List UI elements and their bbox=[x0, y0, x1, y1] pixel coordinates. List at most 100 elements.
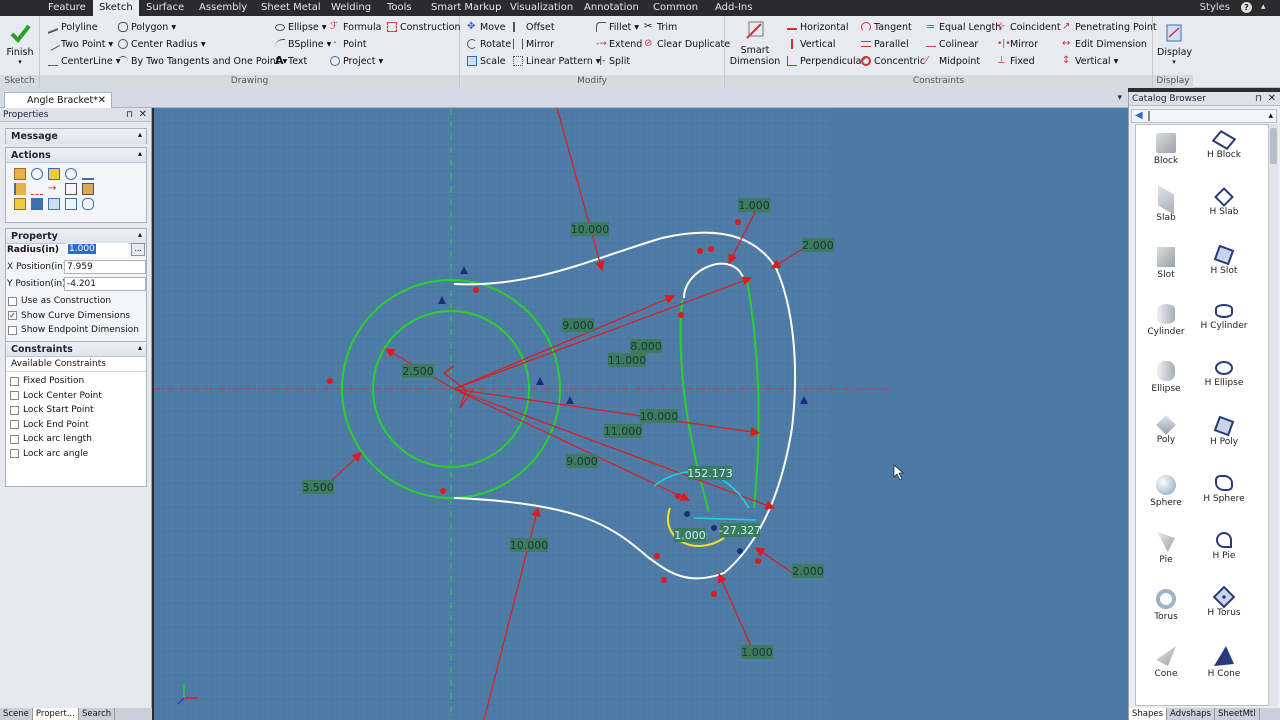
dim-label[interactable]: 10.000 bbox=[640, 409, 679, 423]
collapse-icon[interactable]: ▴ bbox=[138, 343, 142, 352]
car-icon[interactable] bbox=[31, 198, 43, 210]
dim-label[interactable]: 11.000 bbox=[608, 353, 647, 367]
two-point-button[interactable]: Two Point ▾ bbox=[46, 37, 113, 51]
display-button[interactable]: Display ▾ bbox=[1157, 22, 1192, 66]
catalog-item-h-block[interactable]: H Block bbox=[1194, 130, 1254, 160]
dim-label[interactable]: 11.000 bbox=[604, 424, 643, 438]
coincident-button[interactable]: ⊹ Coincident bbox=[997, 20, 1061, 34]
dim-label[interactable]: 9.000 bbox=[562, 318, 594, 332]
catalog-item-torus[interactable]: Torus bbox=[1136, 589, 1196, 622]
arrow-icon[interactable]: → bbox=[48, 183, 60, 195]
catalog-item-h-slab[interactable]: H Slab bbox=[1194, 187, 1254, 217]
dim-label[interactable]: 1.000 bbox=[741, 645, 773, 659]
text-button[interactable]: A Text bbox=[275, 54, 307, 68]
tab-list-icon[interactable]: ▾ bbox=[1117, 93, 1122, 103]
tab-visualization[interactable]: Visualization bbox=[510, 0, 573, 16]
pin-icon[interactable]: ⊓ bbox=[126, 108, 133, 122]
formula-button[interactable]: ℱ Formula bbox=[330, 20, 381, 34]
pin-icon[interactable]: ⊓ bbox=[1255, 92, 1262, 106]
search-tab[interactable]: Search bbox=[79, 708, 116, 720]
tab-annotation[interactable]: Annotation bbox=[584, 0, 639, 16]
y-position-field[interactable]: -4.201 bbox=[64, 277, 146, 291]
chevron-up-icon[interactable]: ▴ bbox=[1261, 2, 1272, 13]
close-icon[interactable]: ✕ bbox=[98, 93, 106, 108]
finish-button[interactable]: Finish ▾ bbox=[4, 22, 36, 66]
dim-label[interactable]: 10.000 bbox=[510, 538, 549, 552]
properties-tab[interactable]: Propert... bbox=[32, 708, 79, 720]
tab-sketch[interactable]: Sketch bbox=[93, 0, 139, 16]
show-endpoint-dimension-checkbox[interactable]: Show Endpoint Dimension bbox=[6, 323, 139, 338]
more-button[interactable]: ... bbox=[131, 243, 145, 256]
catalog-item-h-pie[interactable]: H Pie bbox=[1194, 532, 1254, 561]
catalog-item-cone[interactable]: Cone bbox=[1136, 646, 1196, 679]
collapse-icon[interactable]: ▴ bbox=[138, 149, 142, 158]
catalog-item-ellipse[interactable]: Ellipse bbox=[1136, 361, 1196, 394]
tab-add-ins[interactable]: Add-Ins bbox=[715, 0, 752, 16]
sheetmtl-tab[interactable]: SheetMtl bbox=[1215, 708, 1260, 720]
grid-icon[interactable] bbox=[48, 198, 60, 210]
lock-start-point-checkbox[interactable]: Lock Start Point bbox=[8, 403, 146, 418]
catalog-item-h-cone[interactable]: H Cone bbox=[1194, 646, 1254, 679]
move-button[interactable]: ✥ Move bbox=[467, 20, 505, 34]
dim-label[interactable]: 152.173 bbox=[687, 466, 733, 480]
tab-tools[interactable]: Tools bbox=[387, 0, 412, 16]
center-radius-button[interactable]: Center Radius ▾ bbox=[118, 37, 206, 51]
catalog-item-h-cylinder[interactable]: H Cylinder bbox=[1194, 304, 1254, 331]
midpoint-button[interactable]: ⁄ Midpoint bbox=[926, 54, 980, 68]
smart-dimension-button[interactable]: Smart Dimension bbox=[729, 20, 781, 67]
catalog-item-pie[interactable]: Pie bbox=[1136, 532, 1196, 565]
catalog-item-h-torus[interactable]: H Torus bbox=[1194, 585, 1254, 618]
penetrating-point-button[interactable]: ↗ Penetrating Point bbox=[1062, 20, 1157, 34]
horizontal-button[interactable]: Horizontal bbox=[787, 20, 849, 34]
catalog-item-slab[interactable]: Slab bbox=[1136, 185, 1196, 223]
scale-button[interactable]: Scale bbox=[467, 54, 506, 68]
tab-common[interactable]: Common bbox=[653, 0, 698, 16]
sketch-drawing[interactable]: 10.000 1.000 2.000 9.000 8.000 11.000 2.… bbox=[154, 108, 1128, 720]
project-button[interactable]: Project ▾ bbox=[330, 54, 383, 68]
layout-icon[interactable] bbox=[65, 198, 77, 210]
lock-center-point-checkbox[interactable]: Lock Center Point bbox=[8, 389, 146, 404]
construction-button[interactable]: Construction bbox=[387, 20, 461, 34]
vertical-dropdown[interactable]: ↕ Vertical ▾ bbox=[1062, 54, 1118, 68]
collapse-icon[interactable]: ▴ bbox=[138, 230, 142, 239]
catalog-item-h-slot[interactable]: H Slot bbox=[1194, 244, 1254, 276]
clip-icon[interactable] bbox=[82, 183, 94, 195]
up-arrow-icon[interactable]: ▴ bbox=[1268, 110, 1273, 122]
catalog-scrollbar[interactable] bbox=[1268, 124, 1278, 706]
styles-menu[interactable]: Styles bbox=[1200, 0, 1230, 16]
use-as-construction-checkbox[interactable]: Use as Construction bbox=[6, 294, 139, 309]
sketch-canvas[interactable]: 10.000 1.000 2.000 9.000 8.000 11.000 2.… bbox=[154, 108, 1128, 720]
dim-label[interactable]: 1.000 bbox=[738, 198, 770, 212]
rotate-icon[interactable] bbox=[65, 168, 77, 180]
advshaps-tab[interactable]: Advshaps bbox=[1167, 708, 1215, 720]
box-icon[interactable] bbox=[48, 168, 60, 180]
centerline-button[interactable]: CenterLine ▾ bbox=[48, 54, 121, 68]
dim-label[interactable]: -27.327 bbox=[719, 523, 761, 537]
point-button[interactable]: · Point bbox=[330, 37, 366, 51]
folder-icon[interactable] bbox=[14, 198, 26, 210]
tab-welding[interactable]: Welding bbox=[331, 0, 371, 16]
catalog-item-h-poly[interactable]: H Poly bbox=[1194, 415, 1254, 447]
hand-icon[interactable] bbox=[82, 168, 94, 180]
tab-feature[interactable]: Feature bbox=[48, 0, 86, 16]
colinear-button[interactable]: Colinear bbox=[926, 37, 978, 51]
document-tab[interactable]: Angle Bracket* ✕ bbox=[4, 92, 112, 108]
lock-end-point-checkbox[interactable]: Lock End Point bbox=[8, 418, 146, 433]
rotate-button[interactable]: Rotate bbox=[467, 37, 511, 51]
frame-icon[interactable] bbox=[65, 183, 77, 195]
dim-label[interactable]: 2.000 bbox=[802, 238, 834, 252]
lock-arc-length-checkbox[interactable]: Lock arc length bbox=[8, 432, 146, 447]
polygon-button[interactable]: Polygon ▾ bbox=[118, 20, 176, 34]
tangent-button[interactable]: Tangent bbox=[861, 20, 912, 34]
vertical-button[interactable]: Vertical bbox=[787, 37, 836, 51]
dim-label[interactable]: 1.000 bbox=[674, 528, 706, 542]
message-section[interactable]: Message ▴ bbox=[5, 128, 147, 144]
catalog-item-poly[interactable]: Poly bbox=[1136, 415, 1196, 445]
collapse-icon[interactable]: ▴ bbox=[138, 130, 142, 139]
dash-icon[interactable] bbox=[31, 183, 43, 195]
show-curve-dimensions-checkbox[interactable]: ✓ Show Curve Dimensions bbox=[6, 309, 139, 324]
offset-button[interactable]: Offset bbox=[513, 20, 555, 34]
bspline-button[interactable]: BSpline ▾ bbox=[275, 37, 331, 51]
help-icon[interactable]: ? bbox=[1241, 2, 1252, 13]
perpendicular-button[interactable]: Perpendicular bbox=[787, 54, 865, 68]
